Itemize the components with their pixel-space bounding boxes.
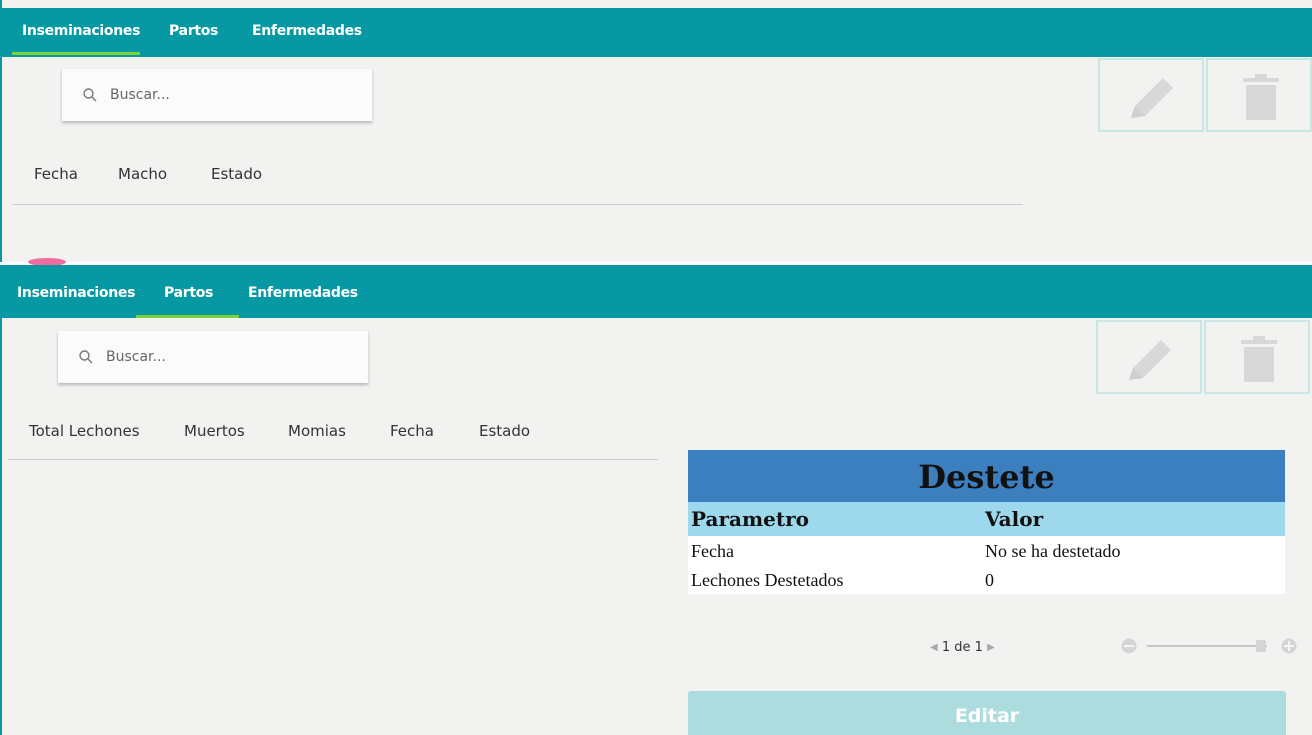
search-box[interactable] xyxy=(58,331,368,383)
header-parametro: Parametro xyxy=(691,507,809,531)
previous-page-icon[interactable]: ◀ xyxy=(930,642,938,653)
active-tab-indicator xyxy=(12,52,140,55)
zoom-out-minus xyxy=(1124,645,1134,647)
tab-inseminaciones[interactable]: Inseminaciones xyxy=(17,285,135,301)
delete-button[interactable] xyxy=(1204,320,1310,394)
column-header-fecha[interactable]: Fecha xyxy=(34,165,78,183)
search-box[interactable] xyxy=(62,69,372,121)
row-label: Lechones Destetados xyxy=(691,570,844,590)
partos-panel: Inseminaciones Partos Enfermedades Total… xyxy=(0,265,1312,735)
zoom-control[interactable] xyxy=(1120,637,1300,655)
column-header-fecha[interactable]: Fecha xyxy=(390,422,434,440)
active-tab-indicator xyxy=(136,315,239,318)
column-header-estado[interactable]: Estado xyxy=(211,165,262,183)
pager: ◀ 1 de 1 ▶ xyxy=(930,640,995,655)
search-input[interactable] xyxy=(110,83,360,107)
tab-partos[interactable]: Partos xyxy=(164,285,213,301)
tab-inseminaciones[interactable]: Inseminaciones xyxy=(22,23,140,39)
row-label: Fecha xyxy=(691,541,734,561)
delete-button[interactable] xyxy=(1206,58,1312,132)
destete-title: Destete xyxy=(688,450,1285,502)
row-value: 0 xyxy=(985,570,994,590)
column-header-muertos[interactable]: Muertos xyxy=(184,422,245,440)
tab-partos[interactable]: Partos xyxy=(169,23,218,39)
column-header-estado[interactable]: Estado xyxy=(479,422,530,440)
destete-header-row: Parametro Valor xyxy=(688,502,1285,536)
column-header-macho[interactable]: Macho xyxy=(118,165,167,183)
zoom-in-plus-v xyxy=(1288,641,1290,651)
editar-button-label: Editar xyxy=(954,705,1020,727)
inseminaciones-panel: Inseminaciones Partos Enfermedades Fecha… xyxy=(0,0,1312,262)
page-of-label: de xyxy=(954,640,971,655)
search-icon xyxy=(79,350,93,364)
zoom-slider-thumb[interactable] xyxy=(1256,640,1266,652)
edit-button[interactable] xyxy=(1096,320,1202,394)
column-header-momias[interactable]: Momias xyxy=(288,422,346,440)
trash-icon xyxy=(1243,74,1279,120)
total-pages: 1 xyxy=(974,640,983,655)
pencil-icon xyxy=(1129,340,1171,380)
column-header-total-lechones[interactable]: Total Lechones xyxy=(29,422,140,440)
current-page: 1 xyxy=(941,640,951,655)
search-icon xyxy=(83,88,97,102)
tab-bar: Inseminaciones Partos Enfermedades xyxy=(0,8,1312,57)
row-value: No se ha destetado xyxy=(985,541,1121,561)
trash-icon xyxy=(1241,336,1277,382)
tab-bar: Inseminaciones Partos Enfermedades xyxy=(0,265,1312,318)
tab-enfermedades[interactable]: Enfermedades xyxy=(252,23,362,39)
destete-row-lechones: Lechones Destetados 0 xyxy=(688,565,1285,594)
panel-left-border xyxy=(0,265,2,735)
search-input[interactable] xyxy=(106,345,356,369)
tab-enfermedades[interactable]: Enfermedades xyxy=(248,285,358,301)
editar-button[interactable]: Editar xyxy=(688,691,1286,735)
destete-row-fecha: Fecha No se ha destetado xyxy=(688,536,1285,565)
table-header-divider xyxy=(12,204,1023,205)
destete-table: Destete Parametro Valor Fecha No se ha d… xyxy=(688,450,1285,594)
table-header-divider xyxy=(8,459,658,460)
pencil-icon xyxy=(1131,78,1173,118)
next-page-icon[interactable]: ▶ xyxy=(987,642,995,653)
header-valor: Valor xyxy=(985,507,1044,531)
edit-button[interactable] xyxy=(1098,58,1204,132)
